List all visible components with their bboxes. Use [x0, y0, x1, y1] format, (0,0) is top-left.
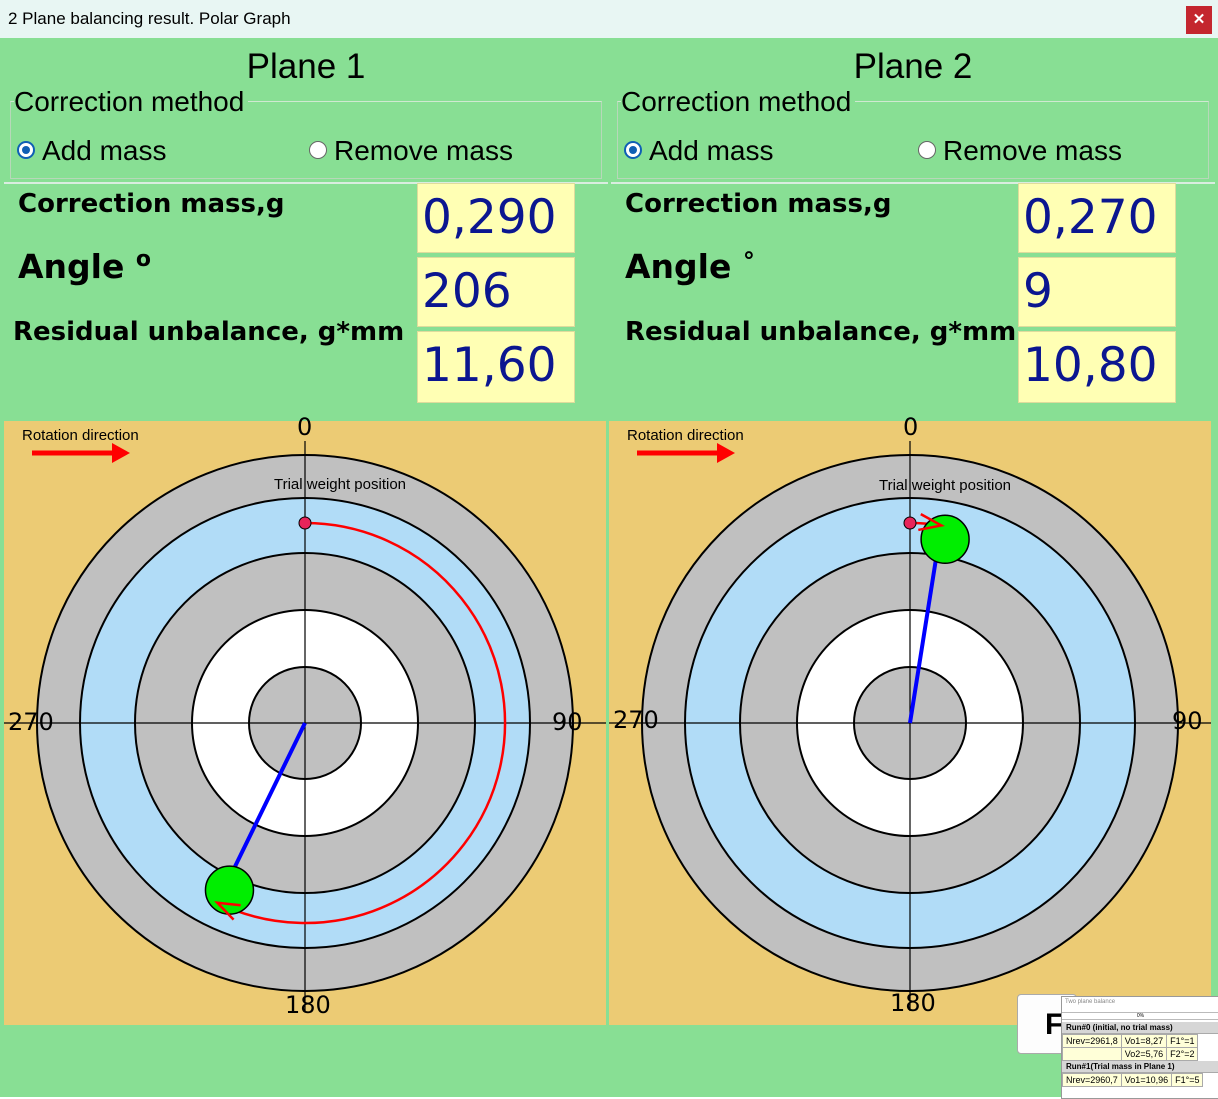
table-cell [1062, 1047, 1122, 1061]
axis-label-90: 90 [552, 708, 583, 736]
angle-label: Angle o [18, 247, 151, 286]
axis-label-180: 180 [285, 991, 331, 1019]
table-cell: Vo1=8,27 [1120, 1034, 1168, 1048]
radio-selected-icon[interactable] [624, 140, 642, 159]
correction-mass-label: Correction mass,g [18, 189, 285, 219]
rotation-direction-label: Rotation direction [627, 427, 744, 444]
plane-1-panel: Plane 1 Correction method Add mass Remov… [4, 41, 608, 415]
correction-mass-marker [204, 865, 255, 915]
polar-graph-canvas [4, 441, 606, 1011]
trial-weight-position-label: Trial weight position [274, 476, 407, 493]
polar-graph-canvas [609, 441, 1211, 1011]
radio-selected-icon[interactable] [17, 140, 35, 159]
correction-mass-value[interactable]: 0,270 [1018, 183, 1176, 253]
angle-label: Angle ° [625, 247, 755, 286]
taskbar-thumbnail-preview[interactable]: Two plane balance 0% Run#0 (initial, no … [1061, 996, 1218, 1099]
angle-label-text: Angle [625, 247, 732, 286]
angle-value[interactable]: 9 [1018, 257, 1176, 327]
correction-mass-label: Correction mass,g [625, 189, 892, 219]
degree-unit: o [135, 247, 151, 272]
window-title: 2 Plane balancing result. Polar Graph [8, 9, 291, 28]
remove-mass-radio[interactable]: Remove mass [309, 135, 513, 167]
thumbnail-run-table: Nrev=2960,7 Vo1=10,96 F1°=5 [1062, 1073, 1204, 1087]
plane-1-title: Plane 1 [246, 47, 366, 86]
trial-weight-marker [903, 516, 917, 530]
correction-method-label: Correction method [621, 86, 856, 118]
table-cell: Vo2=5,76 [1120, 1047, 1168, 1061]
remove-mass-label: Remove mass [334, 135, 513, 166]
axis-label-90: 90 [1172, 707, 1203, 735]
table-cell: Vo1=10,96 [1120, 1073, 1173, 1087]
rotation-arrow-icon [717, 443, 735, 463]
add-mass-label: Add mass [42, 135, 167, 166]
table-cell: Nrev=2960,7 [1062, 1073, 1122, 1087]
residual-unbalance-value[interactable]: 10,80 [1018, 331, 1176, 403]
residual-unbalance-label: Residual unbalance, g*mm [13, 317, 405, 347]
trial-weight-position-label: Trial weight position [879, 477, 1012, 494]
add-mass-radio[interactable]: Add mass [17, 135, 167, 167]
degree-unit: ° [742, 247, 755, 275]
residual-unbalance-label: Residual unbalance, g*mm [625, 317, 1017, 347]
axis-label-180: 180 [890, 989, 936, 1017]
axis-label-270: 270 [613, 706, 659, 734]
remove-mass-label: Remove mass [943, 135, 1122, 166]
title-bar: 2 Plane balancing result. Polar Graph ✕ [0, 0, 1218, 39]
plane-2-panel: Plane 2 Correction method Add mass Remov… [611, 41, 1215, 415]
thumbnail-run-header: Run#0 (initial, no trial mass) [1062, 1022, 1218, 1034]
table-cell: F1°=5 [1171, 1073, 1204, 1087]
axis-label-0: 0 [297, 413, 313, 441]
trial-weight-marker [298, 516, 312, 530]
table-cell: F1°=1 [1166, 1034, 1199, 1048]
plane-2-title: Plane 2 [853, 47, 973, 86]
correction-mass-marker [920, 514, 970, 565]
thumbnail-title: Two plane balance [1065, 999, 1116, 1005]
angle-value[interactable]: 206 [417, 257, 575, 327]
remove-mass-radio[interactable]: Remove mass [918, 135, 1122, 167]
radio-unselected-icon[interactable] [918, 140, 936, 159]
plane-1-polar-graph: Rotation direction 0 90 180 270 Trial we… [4, 413, 606, 1025]
thumbnail-run-table: Nrev=2961,8 Vo1=8,27 F1°=1 Vo2=5,76 F2°=2 [1062, 1034, 1199, 1061]
correction-mass-value[interactable]: 0,290 [417, 183, 575, 253]
rotation-direction-label: Rotation direction [22, 427, 139, 444]
close-icon[interactable]: ✕ [1186, 6, 1212, 34]
add-mass-label: Add mass [649, 135, 774, 166]
window-client-area: Plane 1 Correction method Add mass Remov… [0, 38, 1218, 1097]
add-mass-radio[interactable]: Add mass [624, 135, 774, 167]
table-cell: F2°=2 [1166, 1047, 1199, 1061]
table-cell: Nrev=2961,8 [1062, 1034, 1122, 1048]
rotation-arrow-icon [112, 443, 130, 463]
correction-method-label: Correction method [14, 86, 249, 118]
thumbnail-run-header: Run#1(Trial mass in Plane 1) [1062, 1061, 1218, 1073]
plane-2-polar-graph: Rotation direction 0 90 180 270 Trial we… [609, 413, 1211, 1025]
residual-unbalance-value[interactable]: 11,60 [417, 331, 575, 403]
angle-label-text: Angle [18, 247, 125, 286]
thumbnail-progress: 0% [1062, 1012, 1218, 1020]
radio-unselected-icon[interactable] [309, 140, 327, 159]
axis-label-0: 0 [903, 413, 919, 441]
axis-label-270: 270 [8, 708, 54, 736]
